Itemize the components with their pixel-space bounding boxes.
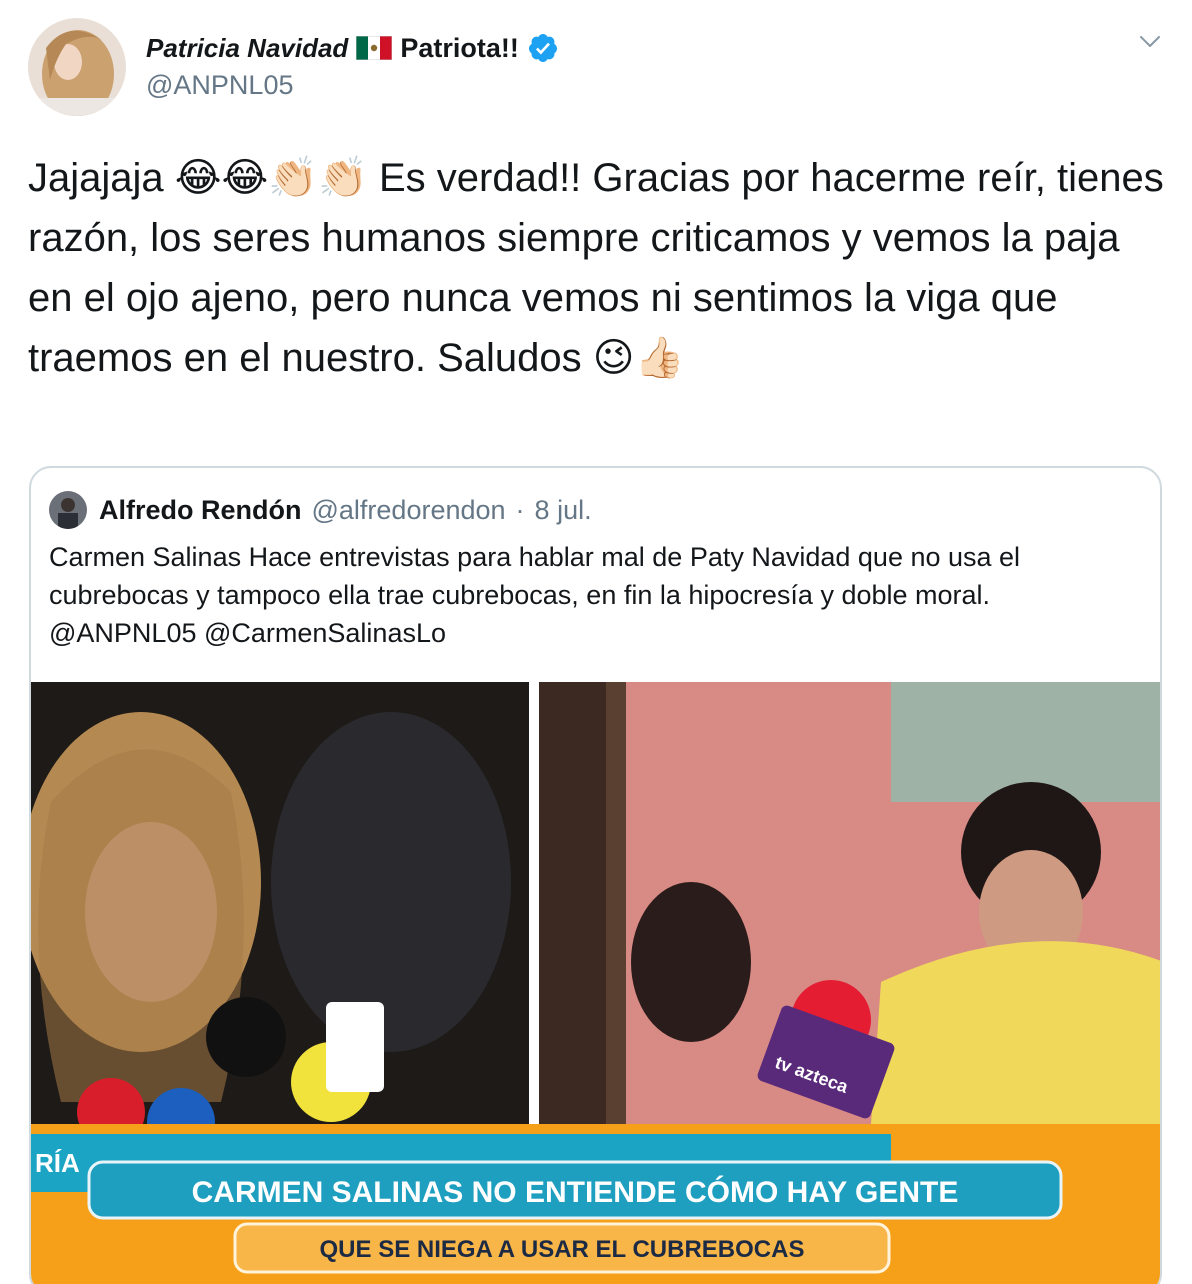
banner-corner-label: RÍA [35, 1148, 80, 1178]
quoted-tweet-card[interactable]: Alfredo Rendón @alfredorendon · 8 jul. C… [29, 466, 1162, 1284]
quoted-tweet-header: Alfredo Rendón @alfredorendon · 8 jul. [49, 490, 592, 530]
quoted-author-handle: @alfredorendon [311, 494, 506, 525]
quoted-avatar-photo [49, 491, 87, 529]
quoted-date: 8 jul. [534, 494, 592, 525]
mexico-flag-icon [356, 36, 393, 60]
author-avatar[interactable] [28, 18, 126, 116]
avatar-photo [28, 18, 126, 116]
laughing-clapping-emojis: 😂😂👏🏻👏🏻 [174, 155, 368, 201]
author-display-name-suffix[interactable]: Patriota!! [400, 33, 519, 64]
banner-sub-text: QUE SE NIEGA A USAR EL CUBREBOCAS [320, 1236, 805, 1263]
chevron-down-icon[interactable] [1138, 30, 1162, 54]
quoted-tweet-media[interactable]: RÍA CARMEN SALINAS NO ENTIENDE CÓMO HAY … [31, 682, 1162, 1284]
tweet-text: Jajajaja 😂😂👏🏻👏🏻 Es verdad!! Gracias por … [28, 148, 1168, 388]
tweet-text-part-1: Jajajaja [28, 156, 175, 200]
tweet: Patricia Navidad Patriota!! @ANPNL05 Jaj… [0, 0, 1192, 1284]
author-display-name[interactable]: Patricia Navidad [146, 33, 348, 64]
author-name-row[interactable]: Patricia Navidad Patriota!! [146, 28, 559, 68]
wink-thumbs-up-emojis: 😉👍🏻 [592, 335, 685, 381]
banner-main-text: CARMEN SALINAS NO ENTIENDE CÓMO HAY GENT… [192, 1175, 959, 1209]
verified-badge-icon [528, 34, 557, 62]
quoted-author-name: Alfredo Rendón [99, 494, 302, 525]
quoted-author-avatar [49, 491, 87, 529]
quoted-tweet-text: Carmen Salinas Hace entrevistas para hab… [49, 542, 1021, 648]
quoted-separator: · [515, 494, 525, 525]
author-handle[interactable]: @ANPNL05 [146, 70, 293, 101]
